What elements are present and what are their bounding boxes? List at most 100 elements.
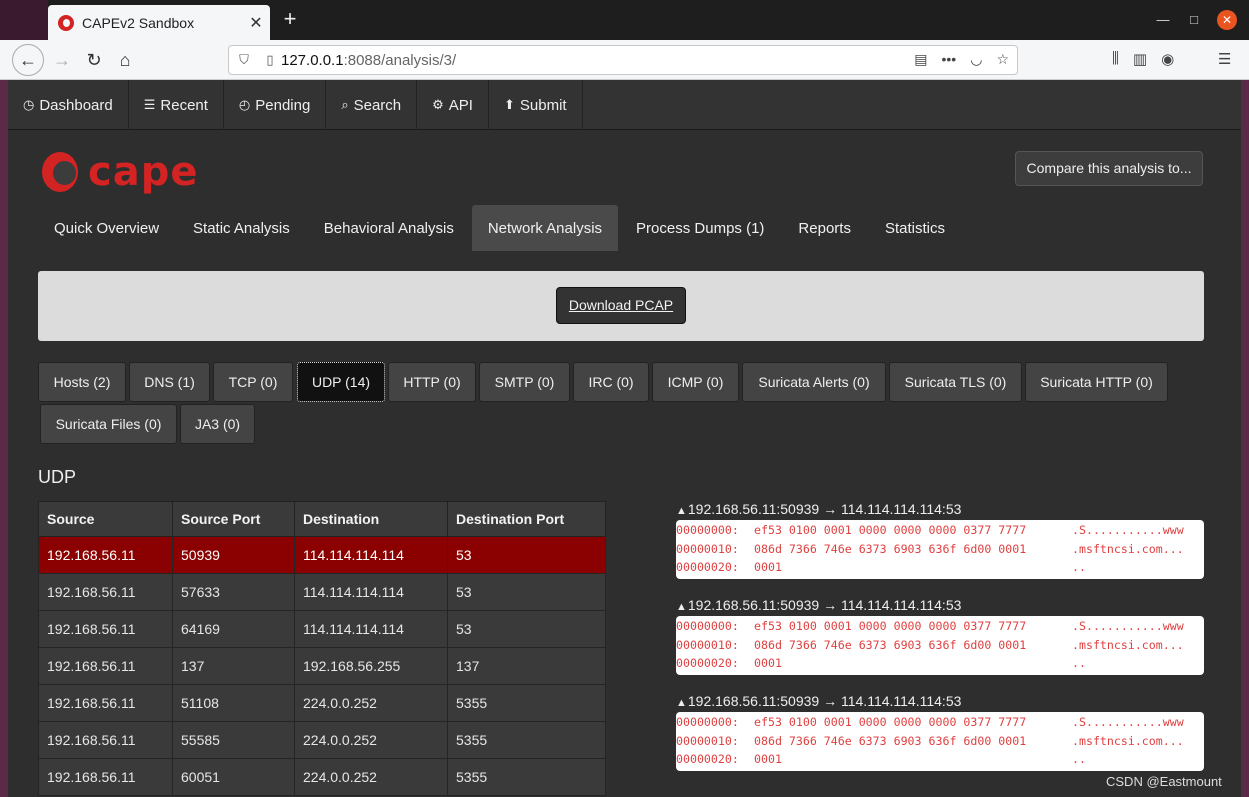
pill-smtp[interactable]: SMTP (0) (479, 362, 570, 402)
cell-destination-port: 137 (447, 647, 606, 685)
home-icon[interactable]: ⌂ (109, 44, 141, 76)
chevron-up-icon[interactable]: ▲ (676, 505, 687, 517)
page-icon[interactable]: ▯ (259, 52, 281, 68)
desktop-gutter-right (1241, 80, 1249, 797)
hex-line: 00000020: 0001.. (676, 558, 1204, 577)
nav-api[interactable]: ⚙ API (417, 80, 489, 130)
reload-icon[interactable]: ↻ (78, 44, 110, 76)
table-row[interactable]: 192.168.56.11 50939 114.114.114.114 53 (38, 536, 606, 574)
pill-ja3[interactable]: JA3 (0) (180, 404, 255, 444)
table-row[interactable]: 192.168.56.11 137 192.168.56.255 137 (38, 647, 606, 685)
pill-tcp[interactable]: TCP (0) (213, 362, 293, 402)
nav-label: Dashboard (39, 96, 113, 114)
maximize-icon[interactable]: □ (1184, 10, 1204, 30)
url-host: 127.0.0.1 (281, 51, 344, 69)
col-destination-port: Destination Port (447, 501, 606, 537)
cell-destination: 114.114.114.114 (294, 536, 448, 574)
hex-dump: 00000000: ef53 0100 0001 0000 0000 0000 0… (676, 616, 1204, 675)
forward-icon[interactable]: → (46, 44, 78, 76)
cell-destination: 224.0.0.252 (294, 758, 448, 796)
pill-suricata-http[interactable]: Suricata HTTP (0) (1025, 362, 1168, 402)
hex-bytes: ef53 0100 0001 0000 0000 0000 0377 7777 (754, 715, 1027, 729)
hex-line: 00000020: 0001.. (676, 654, 1204, 673)
tab-network-analysis[interactable]: Network Analysis (471, 205, 619, 251)
cape-logo[interactable]: cape (42, 149, 212, 195)
hex-bytes: 086d 7366 746e 6373 6903 636f 6d00 0001 (754, 541, 1027, 556)
table-row[interactable]: 192.168.56.11 55585 224.0.0.252 5355 (38, 721, 606, 759)
pill-dns[interactable]: DNS (1) (129, 362, 210, 402)
nav-label: Recent (160, 96, 208, 114)
chevron-up-icon[interactable]: ▲ (676, 601, 687, 613)
list-icon: ☰ (143, 97, 156, 112)
nav-label: Search (353, 96, 402, 114)
cell-source-port: 60051 (172, 758, 295, 796)
tab-reports[interactable]: Reports (782, 205, 867, 251)
cell-source: 192.168.56.11 (38, 758, 173, 796)
url-bar[interactable]: ⛉ ▯ 127.0.0.1:8088/analysis/3/ ▤ ••• ◡ ☆ (228, 45, 1018, 75)
hex-dump: 00000000: ef53 0100 0001 0000 0000 0000 0… (676, 520, 1204, 579)
udp-stream: ▲192.168.56.11:50939 → 114.114.114.114:5… (676, 500, 1204, 579)
nav-label: Submit (519, 96, 567, 114)
table-row[interactable]: 192.168.56.11 64169 114.114.114.114 53 (38, 610, 606, 648)
tab-static-analysis[interactable]: Static Analysis (177, 205, 306, 251)
nav-pending[interactable]: ◴ Pending (224, 80, 327, 130)
stream-header[interactable]: ▲192.168.56.11:50939 → 114.114.114.114:5… (676, 596, 1204, 614)
col-source-port: Source Port (172, 501, 295, 537)
pill-http[interactable]: HTTP (0) (388, 362, 476, 402)
tab-close-icon[interactable]: ✕ (242, 13, 270, 33)
desktop-strip (0, 0, 48, 40)
new-tab-icon[interactable]: + (278, 7, 302, 31)
table-row[interactable]: 192.168.56.11 51108 224.0.0.252 5355 (38, 684, 606, 722)
hex-ascii: .. (1072, 752, 1086, 766)
hex-dump: 00000000: ef53 0100 0001 0000 0000 0000 0… (676, 712, 1204, 771)
tab-quick-overview[interactable]: Quick Overview (38, 205, 175, 251)
tab-process-dumps[interactable]: Process Dumps (1) (620, 205, 780, 251)
more-icon[interactable]: ••• (942, 51, 957, 68)
table-header-row: Source Source Port Destination Destinati… (38, 501, 606, 537)
stream-header[interactable]: ▲192.168.56.11:50939 → 114.114.114.114:5… (676, 692, 1204, 710)
browser-tab[interactable]: CAPEv2 Sandbox ✕ (48, 5, 270, 40)
pill-suricata-files[interactable]: Suricata Files (0) (40, 404, 177, 444)
tab-statistics[interactable]: Statistics (869, 205, 961, 251)
nav-submit[interactable]: ⬆ Submit (489, 80, 583, 130)
pill-hosts[interactable]: Hosts (2) (38, 362, 126, 402)
pill-icmp[interactable]: ICMP (0) (652, 362, 739, 402)
nav-recent[interactable]: ☰ Recent (129, 80, 224, 130)
stream-header[interactable]: ▲192.168.56.11:50939 → 114.114.114.114:5… (676, 500, 1204, 518)
bookmark-star-icon[interactable]: ☆ (996, 51, 1009, 68)
nav-label: API (448, 96, 473, 114)
pill-suricata-alerts[interactable]: Suricata Alerts (0) (742, 362, 886, 402)
table-row[interactable]: 192.168.56.11 60051 224.0.0.252 5355 (38, 758, 606, 796)
reader-icon[interactable]: ▤ (914, 51, 927, 68)
sidebar-icon[interactable]: ▥ (1133, 50, 1147, 68)
hex-bytes: ef53 0100 0001 0000 0000 0000 0377 7777 (754, 619, 1027, 633)
menu-icon[interactable]: ☰ (1218, 50, 1231, 68)
hex-bytes: 0001 (754, 656, 782, 670)
pocket-icon[interactable]: ◡ (970, 51, 982, 68)
nav-dashboard[interactable]: ◷ Dashboard (8, 80, 129, 130)
shield-icon[interactable]: ⛉ (229, 52, 259, 68)
cell-source: 192.168.56.11 (38, 684, 173, 722)
hex-line: 00000010: 086d 7366 746e 6373 6903 636f 6… (676, 636, 1204, 655)
compare-analysis-button[interactable]: Compare this analysis to... (1015, 151, 1203, 186)
pill-suricata-tls[interactable]: Suricata TLS (0) (889, 362, 1022, 402)
back-icon[interactable]: ← (12, 44, 44, 76)
pill-irc[interactable]: IRC (0) (573, 362, 649, 402)
cell-source: 192.168.56.11 (38, 536, 173, 574)
library-icon[interactable]: ⫼ (1112, 50, 1119, 68)
download-pcap-button[interactable]: Download PCAP (556, 287, 686, 324)
udp-stream: ▲192.168.56.11:50939 → 114.114.114.114:5… (676, 692, 1204, 771)
table-row[interactable]: 192.168.56.11 57633 114.114.114.114 53 (38, 573, 606, 611)
url-path: :8088/analysis/3/ (343, 51, 457, 69)
tab-behavioral-analysis[interactable]: Behavioral Analysis (308, 205, 470, 251)
stream-endpoint: 192.168.56.11:50939 → 114.114.114.114:53 (687, 501, 962, 517)
nav-search[interactable]: ⌕ Search (326, 80, 418, 130)
col-source: Source (38, 501, 173, 537)
minimize-icon[interactable]: — (1153, 10, 1173, 30)
chevron-up-icon[interactable]: ▲ (676, 697, 687, 709)
window-close-icon[interactable]: ✕ (1217, 10, 1237, 30)
cell-source-port: 55585 (172, 721, 295, 759)
pill-udp[interactable]: UDP (14) (297, 362, 385, 402)
hex-bytes: ef53 0100 0001 0000 0000 0000 0377 7777 (754, 523, 1027, 537)
account-icon[interactable]: ◉ (1161, 50, 1174, 68)
